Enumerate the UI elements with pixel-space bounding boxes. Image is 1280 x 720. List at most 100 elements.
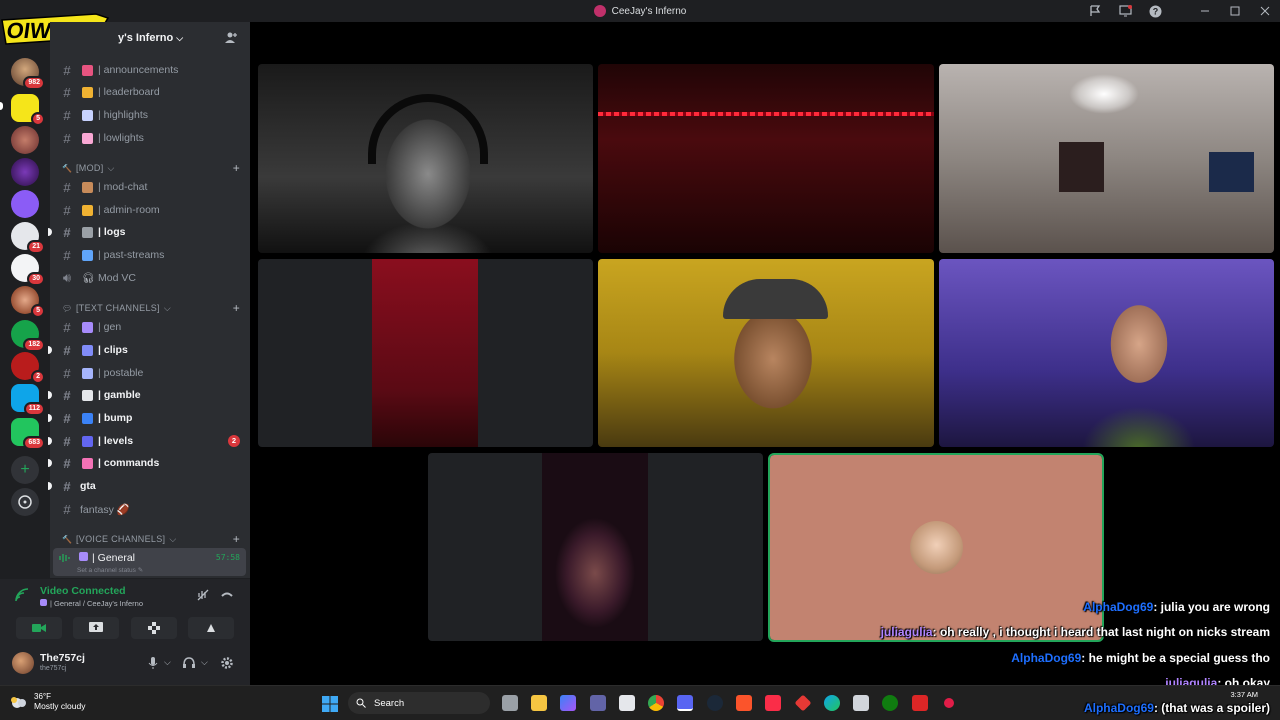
weather-desc: Mostly cloudy [34, 701, 86, 711]
server-icon-2[interactable]: 5 [11, 94, 45, 126]
record-icon[interactable] [941, 695, 957, 711]
video-tile-6[interactable] [939, 259, 1274, 447]
server-icon-4[interactable] [11, 158, 39, 186]
server-icon-6[interactable]: 21 [11, 222, 45, 254]
activities-button[interactable] [131, 617, 177, 639]
channel-levels[interactable]: # | levels 2 [48, 431, 250, 451]
level-up-icon [82, 435, 93, 447]
channel-bump[interactable]: # | bump [48, 408, 250, 428]
microphone-icon[interactable] [146, 656, 160, 670]
noise-suppression-icon[interactable] [196, 588, 210, 602]
inbox-icon[interactable] [1088, 4, 1102, 18]
xbox-icon[interactable] [882, 695, 898, 711]
channel-label: gta [80, 480, 96, 492]
video-tile-7[interactable] [428, 453, 763, 641]
add-server-icon[interactable]: + [11, 456, 39, 484]
chevron-down-icon[interactable]: ⌵ [164, 657, 171, 668]
server-icon-3[interactable] [11, 126, 39, 154]
video-tile-4[interactable] [258, 259, 593, 447]
server-icon-11[interactable]: 112 [11, 384, 45, 416]
windows-start-icon[interactable] [322, 696, 338, 712]
close-icon[interactable] [1258, 4, 1272, 18]
teams-icon[interactable] [590, 695, 606, 711]
video-tile-3[interactable] [939, 64, 1274, 253]
channel-mod-vc[interactable]: 🔊︎ 🎧︎ Mod VC [50, 268, 250, 288]
edge-icon[interactable] [824, 695, 840, 711]
channel-mod-chat[interactable]: # | mod-chat [50, 177, 250, 197]
copilot-icon[interactable] [560, 695, 576, 711]
add-channel-icon[interactable]: + [233, 301, 240, 315]
add-channel-icon[interactable]: + [233, 532, 240, 546]
taskbar-search[interactable]: Search [348, 692, 490, 714]
minimize-icon[interactable] [1198, 4, 1212, 18]
mention-badge: 2 [31, 370, 45, 384]
channel-status-prompt[interactable]: Set a channel status ✎ [77, 566, 143, 574]
maximize-icon[interactable] [1228, 4, 1242, 18]
chevron-down-icon: ⌵ [176, 32, 184, 43]
chat-text: : oh really , i thought i heard that las… [932, 625, 1270, 639]
server-icon-12[interactable]: 683 [11, 418, 45, 450]
store-icon[interactable] [619, 695, 635, 711]
channel-gamble[interactable]: # | gamble [48, 385, 250, 405]
hash-icon: # [63, 130, 71, 146]
server-icon-9[interactable]: 182 [11, 320, 45, 352]
headphones-icon[interactable] [182, 656, 196, 670]
avatar[interactable] [12, 652, 34, 674]
video-tile-5[interactable] [598, 259, 934, 447]
channel-lowlights[interactable]: # | lowlights [50, 128, 250, 148]
server-icon-5[interactable] [11, 190, 39, 218]
mail-icon[interactable] [853, 695, 869, 711]
music-icon[interactable] [765, 695, 781, 711]
app-icon[interactable] [912, 695, 928, 711]
channel-announcements[interactable]: # | announcements [50, 60, 250, 80]
video-tile-2[interactable] [598, 64, 934, 253]
chevron-down-icon[interactable]: ⌵ [201, 657, 208, 668]
task-view-icon[interactable] [502, 695, 518, 711]
channel-postable[interactable]: # | postable [50, 363, 250, 383]
server-icon-8[interactable]: 5 [11, 286, 45, 318]
username[interactable]: The757cj [40, 652, 85, 664]
gear-icon[interactable] [220, 656, 234, 670]
voice-channel-general[interactable]: | General 57:58 Set a channel status ✎ [53, 548, 246, 576]
channel-logs[interactable]: # | logs [48, 222, 250, 242]
category-voice-channels[interactable]: 🔨 [VOICE CHANNELS] ⌵ + [50, 531, 250, 547]
category-text-channels[interactable]: 💬︎ [TEXT CHANNELS] ⌵ + [50, 300, 250, 316]
video-tile-8[interactable] [768, 453, 1104, 642]
disconnect-icon[interactable] [220, 588, 234, 602]
channel-label: Mod VC [98, 272, 136, 284]
channel-past-streams[interactable]: # | past-streams [50, 245, 250, 265]
hash-icon: # [63, 455, 71, 471]
invite-people-icon[interactable] [224, 31, 238, 45]
category-mod[interactable]: 🔨 [MOD] ⌵ + [50, 160, 250, 176]
screen-share-button[interactable] [73, 617, 119, 639]
discover-icon[interactable] [11, 488, 39, 516]
system-clock[interactable]: 3:37 AM [1230, 690, 1258, 700]
server-header[interactable]: y's Inferno ⌵ [50, 22, 250, 54]
file-explorer-icon[interactable] [531, 695, 547, 711]
activities-icon [148, 622, 160, 634]
add-channel-icon[interactable]: + [233, 161, 240, 175]
steam-icon[interactable] [707, 695, 723, 711]
screen-share-icon[interactable] [1118, 4, 1132, 18]
weather-widget[interactable]: 36°F Mostly cloudy [10, 692, 86, 711]
diamond-app-icon[interactable] [794, 694, 812, 712]
discord-icon[interactable] [677, 695, 693, 711]
soundboard-button[interactable] [188, 617, 234, 639]
channel-gta[interactable]: # gta [48, 476, 250, 496]
server-icon-1[interactable]: 982 [11, 58, 45, 90]
channel-fantasy[interactable]: # fantasy 🏈 [50, 499, 250, 519]
server-icon-10[interactable]: 2 [11, 352, 45, 384]
chrome-icon[interactable] [648, 695, 664, 711]
camera-button[interactable] [16, 617, 62, 639]
channel-gen[interactable]: # | gen [50, 317, 250, 337]
webcam-feed [372, 259, 478, 447]
help-icon[interactable]: ? [1148, 4, 1162, 18]
channel-clips[interactable]: # | clips [48, 340, 250, 360]
video-tile-1[interactable] [258, 64, 593, 253]
server-icon-7[interactable]: 30 [11, 254, 45, 286]
channel-admin-room[interactable]: # | admin-room [50, 200, 250, 220]
channel-leaderboard[interactable]: # | leaderboard [50, 82, 250, 102]
brave-icon[interactable] [736, 695, 752, 711]
channel-commands[interactable]: # | commands [48, 453, 250, 473]
channel-highlights[interactable]: # | highlights [50, 105, 250, 125]
